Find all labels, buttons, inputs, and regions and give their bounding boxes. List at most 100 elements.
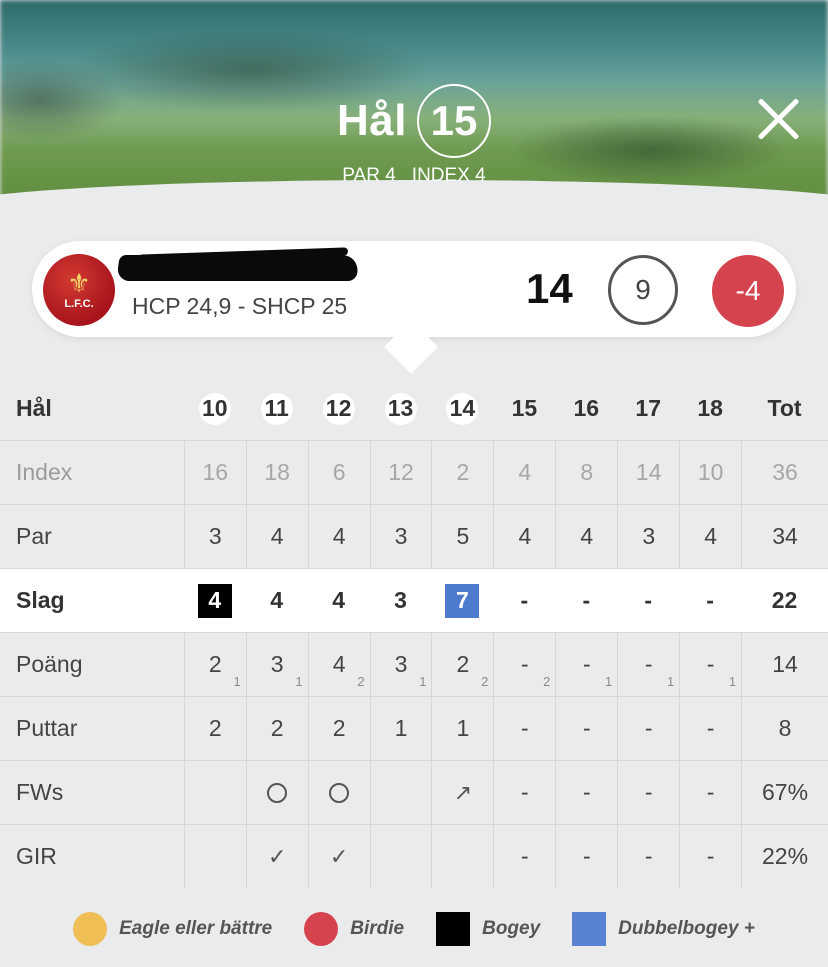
strokes-cell[interactable]: - (493, 569, 555, 632)
par-cell: 3 (617, 505, 679, 568)
index-cell: 16 (183, 441, 246, 504)
strokes-cell[interactable]: 7 (431, 569, 493, 632)
strokes-cell[interactable]: 4 (184, 569, 246, 632)
hole-label: Hål (337, 96, 407, 145)
points-cell: 22 (431, 633, 493, 696)
legend-double-bogey-label: Dubbelbogey + (618, 917, 755, 939)
strokes-cell[interactable]: 3 (370, 569, 432, 632)
double-bogey-square-icon (572, 911, 607, 946)
strokes-cell[interactable]: 4 (308, 569, 370, 632)
par-cell: 3 (369, 505, 432, 568)
index-total: 36 (741, 441, 828, 504)
index-cell: 14 (617, 441, 679, 504)
club-initials: L.F.C. (64, 298, 94, 310)
double-bogey-mark: 7 (445, 583, 480, 618)
putts-cell: 1 (431, 697, 493, 760)
par-row: Par 3 4 4 3 5 4 4 3 4 34 (0, 504, 828, 568)
points-cell: 31 (245, 633, 308, 696)
hole-17[interactable]: 17 (617, 377, 679, 440)
hole-title: Hål 15 (0, 84, 828, 158)
points-value: - (521, 651, 529, 677)
points-cell: -1 (555, 633, 617, 696)
row-label-index: Index (16, 459, 73, 485)
legend-bogey-label: Bogey (482, 917, 541, 939)
hole-10[interactable]: 10 (184, 377, 246, 440)
birdie-dot-icon (304, 911, 339, 946)
index-cell: 4 (493, 441, 555, 504)
strokes-cell[interactable]: 4 (246, 569, 308, 632)
strokes-cell[interactable]: - (679, 569, 741, 632)
points-value: - (644, 651, 653, 677)
fws-cell: - (617, 761, 679, 824)
check-icon: ✓ (307, 825, 370, 888)
legend-double-bogey: Dubbelbogey + (572, 911, 755, 946)
total-header: Tot (767, 395, 802, 421)
hole-16[interactable]: 16 (555, 377, 617, 440)
strokes-total: 22 (771, 587, 798, 613)
hole-par: PAR 4 (342, 165, 396, 186)
index-cell: 2 (431, 441, 493, 504)
hole-12[interactable]: 12 (308, 377, 370, 440)
putts-cell: - (679, 697, 741, 760)
points-value: - (582, 651, 591, 677)
strokes-cell[interactable]: - (617, 569, 679, 632)
hole-index: INDEX 4 (411, 165, 486, 186)
row-label-hole: Hål (16, 395, 52, 421)
points-value: 2 (208, 651, 222, 677)
row-label-gir: GIR (16, 843, 57, 869)
index-cell: 18 (245, 441, 308, 504)
par-total: 34 (741, 505, 828, 568)
strokes-row: Slag 4 4 4 3 7 - - - - 22 (0, 568, 828, 632)
points-value: - (706, 651, 715, 677)
fws-cell (307, 761, 370, 824)
points-value: 2 (456, 651, 470, 677)
par-cell: 4 (245, 505, 308, 568)
points-sub: 2 (357, 674, 365, 689)
hole-18[interactable]: 18 (679, 377, 741, 440)
points-row: Poäng 21 31 42 31 22 -2 -1 -1 -1 14 (0, 632, 828, 696)
gir-cell: - (555, 825, 617, 888)
putts-cell: - (555, 697, 617, 760)
hole-header: Hål 15 PAR 4 INDEX 4 (0, 0, 828, 215)
putts-cell: - (617, 697, 679, 760)
par-cell: 5 (431, 505, 493, 568)
putts-row: Puttar 2 2 2 1 1 - - - - 8 (0, 696, 828, 760)
hole-number-badge: 15 (416, 84, 491, 158)
hole-11[interactable]: 11 (246, 377, 308, 440)
gir-cell: - (617, 825, 679, 888)
points-cell: -2 (493, 633, 555, 696)
legend-bogey: Bogey (436, 911, 541, 946)
par-cell: 4 (555, 505, 617, 568)
player-handicap: HCP 24,9 - SHCP 25 (132, 293, 348, 319)
hole-info: PAR 4 INDEX 4 (0, 165, 828, 187)
putts-cell: 2 (183, 697, 246, 760)
points-cell: 31 (369, 633, 432, 696)
index-row: Index 16 18 6 12 2 4 8 14 10 36 (0, 440, 828, 504)
strokes-cell[interactable]: - (555, 569, 617, 632)
hole-14[interactable]: 14 (431, 377, 493, 440)
check-icon: ✓ (245, 825, 308, 888)
putts-cell: 1 (369, 697, 432, 760)
close-icon[interactable] (756, 96, 802, 142)
row-label-strokes: Slag (16, 587, 65, 613)
points-sub: 2 (481, 674, 489, 689)
hole-13[interactable]: 13 (370, 377, 432, 440)
legend-birdie: Birdie (304, 911, 404, 946)
player-points: 9 (608, 255, 678, 325)
putts-cell: 2 (245, 697, 308, 760)
table-header-row: Hål 10 11 12 13 14 15 16 17 18 Tot (0, 377, 828, 440)
putts-cell: 2 (307, 697, 370, 760)
points-sub: 1 (233, 674, 241, 689)
points-total: 14 (741, 633, 828, 696)
player-name-redacted (116, 247, 360, 281)
points-cell: 21 (183, 633, 246, 696)
par-cell: 4 (307, 505, 370, 568)
row-label-fws: FWs (16, 779, 64, 805)
hole-15[interactable]: 15 (493, 377, 555, 440)
eagle-dot-icon (73, 911, 108, 946)
par-cell: 3 (183, 505, 246, 568)
points-cell: 42 (307, 633, 370, 696)
liverbird-icon: ⚜ (67, 268, 91, 298)
gir-cell (183, 825, 246, 888)
club-logo-icon: ⚜ L.F.C. (43, 254, 115, 326)
